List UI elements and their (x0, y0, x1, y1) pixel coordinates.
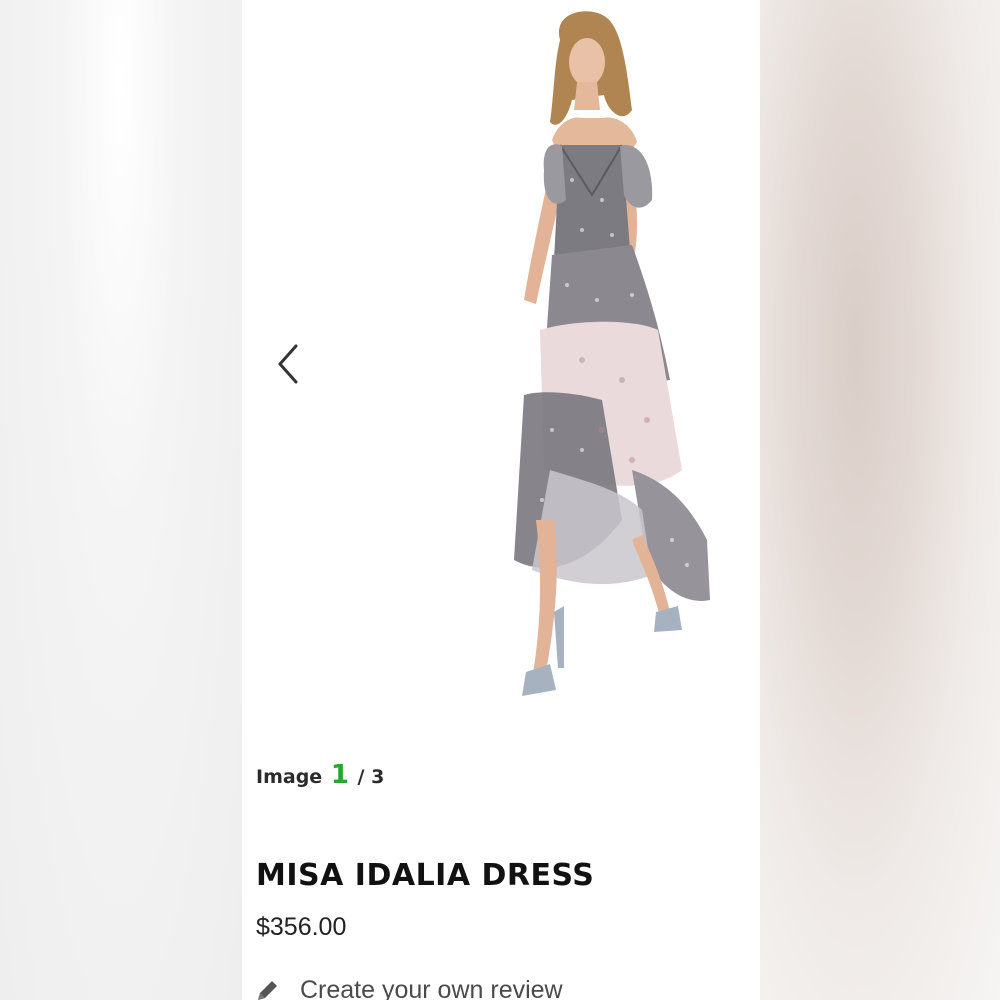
blurred-background-right (760, 0, 1000, 1000)
chevron-left-icon[interactable] (272, 342, 306, 386)
create-review-text[interactable]: Create your own review (300, 976, 563, 1000)
blurred-background-left (0, 0, 242, 1000)
image-counter: Image 1 / 3 (256, 760, 384, 790)
create-review-link[interactable]: Create your own review (254, 976, 563, 1000)
pencil-icon (258, 980, 277, 1000)
image-counter-label: Image (256, 766, 323, 788)
product-price: $356.00 (256, 913, 347, 941)
image-counter-total: / 3 (357, 766, 385, 788)
product-panel: Image 1 / 3 MISA IDALIA DRESS $356.00 Cr… (242, 0, 760, 1000)
product-title: MISA IDALIA DRESS (256, 858, 595, 893)
image-counter-current: 1 (330, 760, 349, 790)
product-image[interactable] (432, 0, 760, 718)
